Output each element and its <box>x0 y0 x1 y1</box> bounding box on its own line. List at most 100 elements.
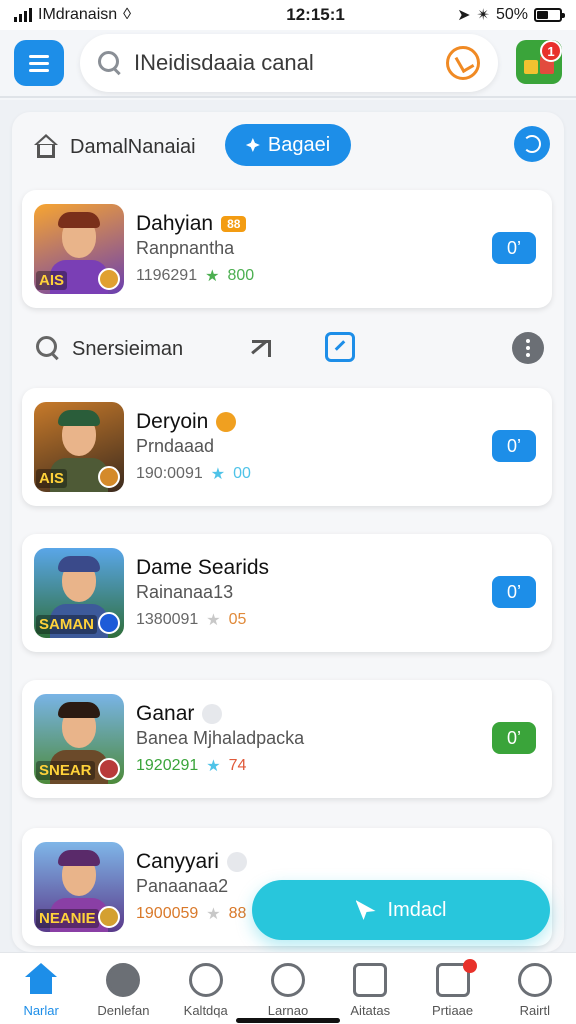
thumbnail-badge <box>98 268 120 290</box>
share-icon[interactable] <box>248 334 274 360</box>
nav-item-compass[interactable]: Larnao <box>247 953 329 1024</box>
game-rating: 800 <box>227 267 255 284</box>
search-input[interactable] <box>134 50 446 76</box>
section-label: DamalNanaiai <box>70 136 196 158</box>
game-meta: 1196291 ★ 800 <box>136 266 254 286</box>
game-subtitle: Panaanaa2 <box>136 876 229 896</box>
search-icon <box>98 51 122 75</box>
search-bar[interactable] <box>80 34 498 92</box>
home-icon[interactable] <box>32 134 60 160</box>
nav-label: Kaltdqa <box>183 1003 228 1018</box>
game-card[interactable]: SAMAN Dame Searids Rainanaa13 1380091 ★ … <box>22 534 552 652</box>
panel-toolbar: DamalNanaiai Bagaei <box>12 124 564 170</box>
game-meta: 190:0091 ★ 00 <box>136 464 251 484</box>
game-thumbnail: NEANIE <box>34 842 124 932</box>
status-time: 12:15:1 <box>286 5 345 24</box>
grid-icon <box>353 963 388 997</box>
game-title-row: Ganar <box>136 702 223 726</box>
signal-icon <box>14 8 32 22</box>
game-action-button[interactable]: 0’ <box>492 576 536 608</box>
nav-item-home[interactable]: Narlar <box>0 953 82 1024</box>
game-title: Dahyian <box>136 212 214 235</box>
nav-item-tools[interactable]: Kaltdqa <box>165 953 247 1024</box>
search-icon[interactable] <box>36 336 60 360</box>
game-subtitle: Rainanaa13 <box>136 582 234 602</box>
nav-label: Narlar <box>23 1003 59 1018</box>
game-card[interactable]: SNEAR Ganar Banea Mjhaladpacka 1920291 ★… <box>22 680 552 798</box>
nav-notification-dot <box>463 959 478 973</box>
game-action-button[interactable]: 0’ <box>492 430 536 462</box>
game-subtitle: Banea Mjhaladpacka <box>136 728 305 748</box>
thumbnail-tag: SAMAN <box>36 615 97 634</box>
emoji-icon <box>216 412 237 432</box>
game-rating: 00 <box>233 465 251 482</box>
game-action-button[interactable]: 0’ <box>492 232 536 264</box>
game-card[interactable]: AIS Deryoin Prndaaad 190:0091 ★ 00 0’ <box>22 388 552 506</box>
game-rating: 05 <box>228 611 247 628</box>
header-divider <box>0 96 576 98</box>
game-title: Dame Searids <box>136 556 270 579</box>
thumbnail-tag: AIS <box>36 469 68 488</box>
more-options-button[interactable] <box>512 332 544 364</box>
main-panel: DamalNanaiai Bagaei AIS Dahyian 88 Ranpn… <box>12 112 564 952</box>
bluetooth-icon: ✴ <box>476 7 490 24</box>
thumbnail-badge <box>98 758 120 780</box>
game-rating: 88 <box>228 905 247 922</box>
home-icon <box>24 963 58 997</box>
game-id: 1900059 <box>136 905 199 922</box>
game-card[interactable]: AIS Dahyian 88 Ranpnantha 1196291 ★ 800 … <box>22 190 552 308</box>
game-action-button[interactable]: 0’ <box>492 722 536 754</box>
game-id: 1196291 <box>136 267 198 284</box>
star-icon: ★ <box>205 268 220 285</box>
game-id: 190:0091 <box>136 465 203 482</box>
game-title-row: Deryoin <box>136 410 237 434</box>
thumbnail-tag: SNEAR <box>36 761 95 780</box>
game-id: 1920291 <box>136 757 199 774</box>
search-row-label: Snersieiman <box>72 338 184 360</box>
game-subtitle: Ranpnantha <box>136 238 235 258</box>
notification-badge: 1 <box>540 40 562 62</box>
nav-item-inbox[interactable]: Prtiaae <box>411 953 493 1024</box>
game-meta: 1920291 ★ 74 <box>136 756 246 776</box>
check-icon <box>202 704 223 724</box>
game-thumbnail: AIS <box>34 402 124 492</box>
game-rating: 74 <box>228 757 247 774</box>
edit-icon[interactable] <box>325 332 355 362</box>
primary-action-label: Bagaei <box>267 133 331 156</box>
user-icon <box>517 963 552 997</box>
fab-label: Imdacl <box>387 898 447 921</box>
nav-item-grid[interactable]: Aitatas <box>329 953 411 1024</box>
game-subtitle: Prndaaad <box>136 436 215 456</box>
thumbnail-badge <box>98 906 120 928</box>
thumbnail-tag: NEANIE <box>36 909 99 928</box>
refresh-button[interactable] <box>514 126 550 162</box>
nav-label: Denlefan <box>97 1003 150 1018</box>
nav-label: Rairtl <box>519 1003 550 1018</box>
profile-icon <box>106 963 141 997</box>
game-title-row: Canyyari <box>136 850 247 874</box>
nav-item-user[interactable]: Rairtl <box>494 953 576 1024</box>
wifi-icon: ◊ <box>123 6 132 23</box>
game-thumbnail: AIS <box>34 204 124 294</box>
refresh-icon <box>523 135 541 153</box>
game-title-row: Dahyian 88 <box>136 212 247 236</box>
game-title: Canyyari <box>136 850 219 873</box>
game-title-row: Dame Searids <box>136 556 269 580</box>
nav-label: Larnao <box>267 1003 309 1018</box>
nav-item-profile[interactable]: Denlefan <box>82 953 164 1024</box>
game-title: Deryoin <box>136 410 209 433</box>
floating-action-button[interactable]: Imdacl <box>252 880 550 940</box>
nav-label: Prtiaae <box>431 1003 474 1018</box>
home-indicator[interactable] <box>236 1018 340 1023</box>
primary-action-button[interactable]: Bagaei <box>225 124 351 166</box>
game-thumbnail: SAMAN <box>34 548 124 638</box>
game-meta: 1900059 ★ 88 <box>136 904 246 924</box>
game-title: Ganar <box>136 702 195 725</box>
star-icon: ★ <box>206 612 221 629</box>
menu-button[interactable] <box>14 40 64 86</box>
search-row: Snersieiman <box>12 326 564 370</box>
sparkle-icon <box>245 138 260 152</box>
location-icon: ➤ <box>457 7 471 24</box>
timer-icon[interactable] <box>446 46 480 80</box>
play-icon <box>98 612 120 634</box>
